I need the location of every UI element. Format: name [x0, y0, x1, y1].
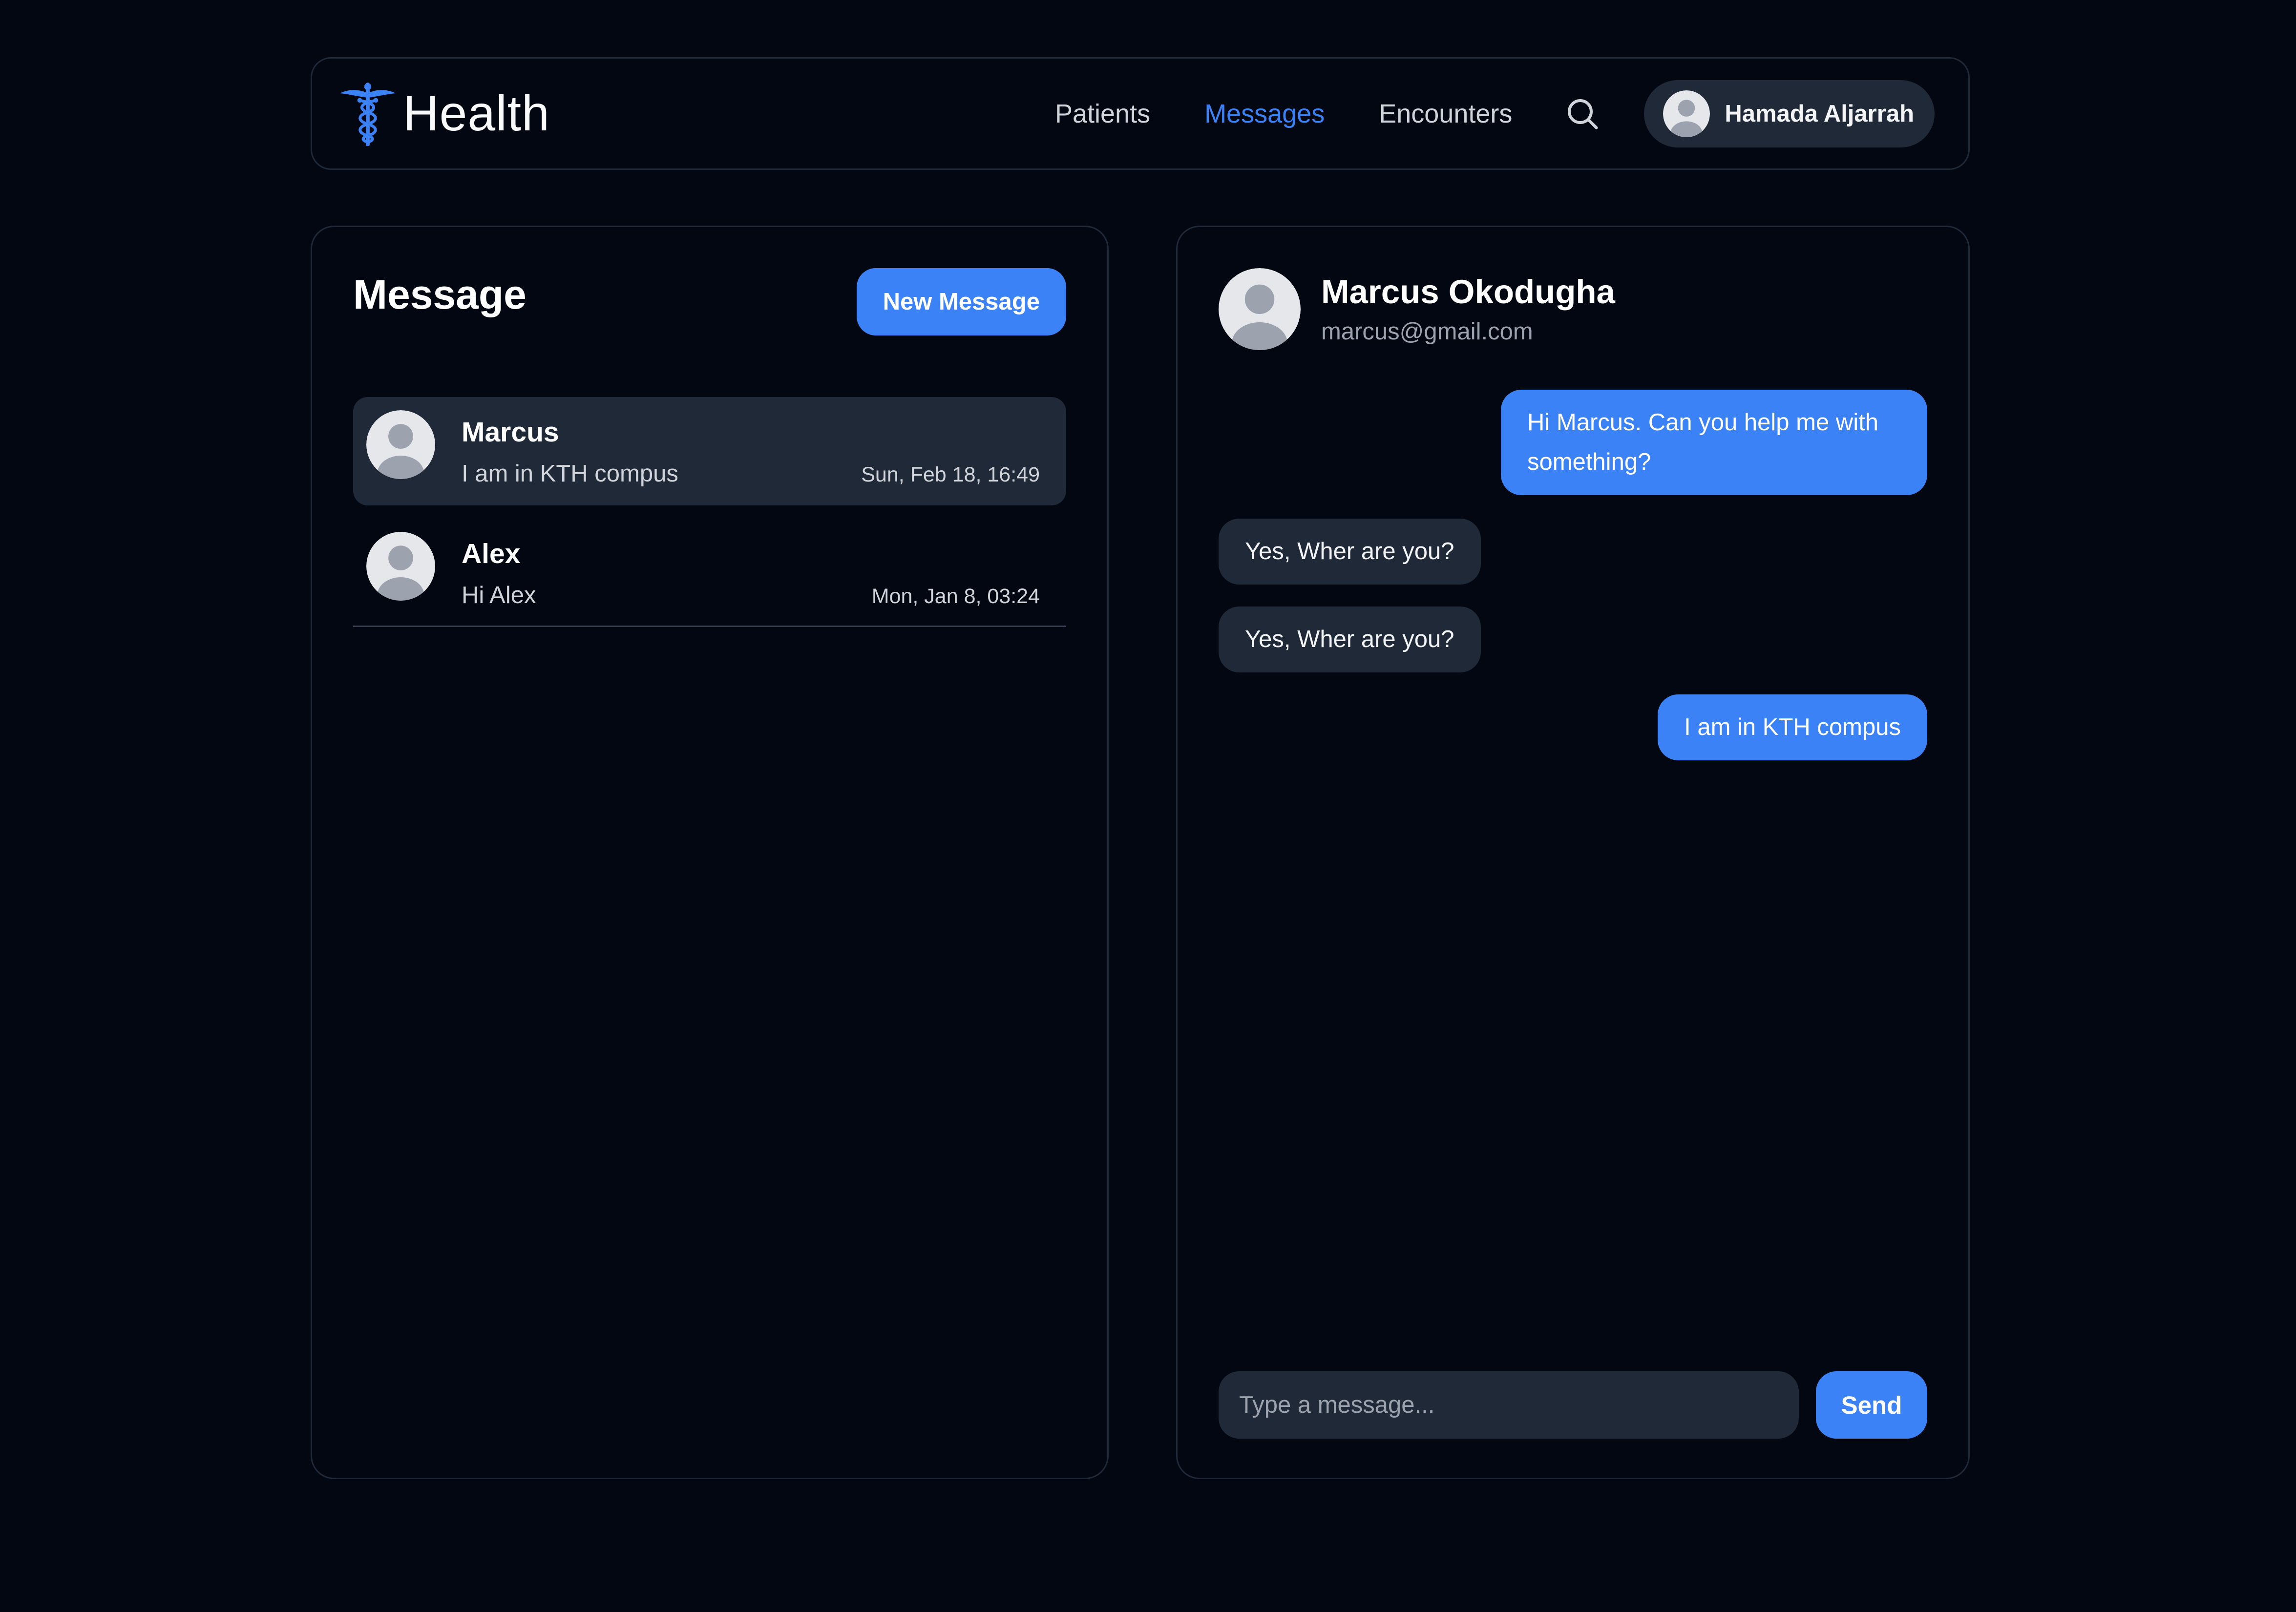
message-bubble-incoming: Yes, Wher are you? [1219, 607, 1481, 672]
message-bubble-incoming: Yes, Wher are you? [1219, 519, 1481, 585]
chat-panel: Marcus Okodugha marcus@gmail.com Hi Marc… [1176, 226, 1970, 1479]
contact-name: Marcus Okodugha [1321, 273, 1615, 311]
user-avatar-icon [1663, 90, 1710, 137]
conversation-preview: Hi Alex [462, 582, 536, 608]
user-menu-button[interactable]: Hamada Aljarrah [1644, 80, 1935, 147]
message-bubble-outgoing: I am in KTH compus [1658, 694, 1927, 760]
conversation-name: Alex [462, 538, 521, 569]
conversation-item-marcus[interactable]: Marcus I am in KTH compus Sun, Feb 18, 1… [353, 397, 1066, 505]
nav-patients[interactable]: Patients [1055, 99, 1150, 129]
search-icon [1568, 99, 1598, 129]
logo[interactable]: Health [338, 82, 550, 146]
search-button[interactable] [1562, 93, 1603, 134]
caduceus-icon [340, 82, 396, 146]
conversation-preview: I am in KTH compus [462, 461, 678, 487]
main-nav: Patients Messages Encounters Hamada Alja… [1055, 80, 1935, 147]
contact-email: marcus@gmail.com [1321, 318, 1533, 345]
conversation-timestamp: Mon, Jan 8, 03:24 [871, 585, 1040, 608]
avatar-icon [366, 410, 435, 479]
avatar-icon [366, 532, 435, 601]
conversation-list-panel: Message New Message Marcus I am in KTH c… [311, 226, 1109, 1479]
message-input[interactable] [1219, 1371, 1799, 1439]
conversation-list: Marcus I am in KTH compus Sun, Feb 18, 1… [353, 397, 1066, 627]
conversation-name: Marcus [462, 417, 559, 448]
new-message-button[interactable]: New Message [856, 268, 1066, 335]
message-bubble-outgoing: Hi Marcus. Can you help me with somethin… [1501, 390, 1927, 495]
contact-avatar-icon [1219, 268, 1301, 350]
nav-messages[interactable]: Messages [1204, 99, 1325, 129]
brand-name: Health [403, 85, 550, 141]
top-navbar: Health Patients Messages Encounters Hama… [311, 57, 1970, 170]
send-button[interactable]: Send [1816, 1371, 1927, 1439]
conversation-timestamp: Sun, Feb 18, 16:49 [861, 463, 1040, 486]
panel-title: Message [353, 272, 527, 317]
conversation-item-alex[interactable]: Alex Hi Alex Mon, Jan 8, 03:24 [353, 519, 1066, 627]
nav-encounters[interactable]: Encounters [1379, 99, 1512, 129]
user-name: Hamada Aljarrah [1725, 100, 1914, 127]
